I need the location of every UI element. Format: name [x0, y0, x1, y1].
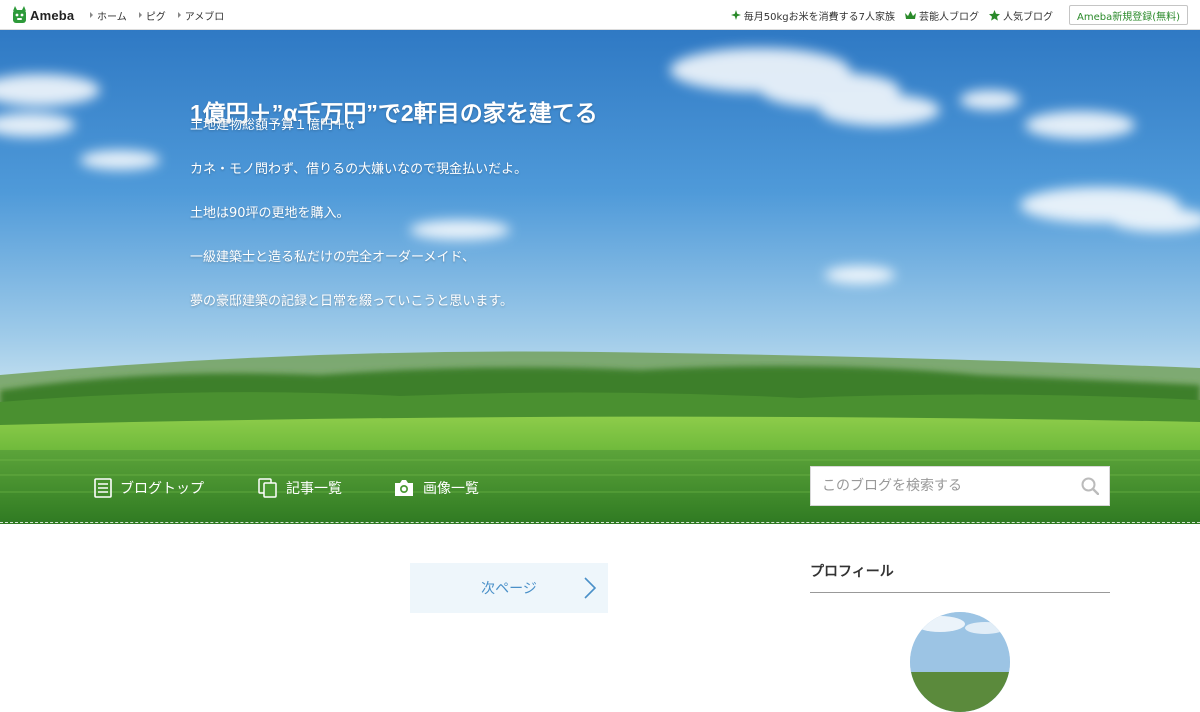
nav-image-list[interactable]: 画像一覧 [393, 476, 479, 500]
next-page-label: 次ページ [481, 581, 537, 597]
nav-article-list[interactable]: 記事一覧 [258, 476, 342, 500]
celebrity-blog-label: 芸能人ブログ [918, 11, 979, 23]
camera-icon [395, 480, 413, 496]
featured-blog-link[interactable]: 毎月50kgお米を消費する7人家族 [730, 8, 895, 23]
nav-label: 画像一覧 [423, 481, 479, 497]
profile-heading: プロフィール [810, 563, 894, 579]
star-icon [988, 9, 1000, 21]
caret-right-icon [90, 12, 93, 18]
caret-right-icon [177, 12, 181, 18]
profile-divider [810, 592, 1110, 593]
register-button[interactable]: Ameba新規登録(無料) [1068, 5, 1188, 25]
topnav-label: アメブロ [184, 11, 225, 23]
ameba-logo[interactable]: Ameba [12, 6, 74, 24]
topnav-ameblo[interactable]: アメブロ [177, 8, 225, 23]
blog-description-line: 一級建築士と造る私だけの完全オーダーメイド、 [190, 250, 475, 265]
topnav-label: ホーム [97, 11, 127, 23]
topnav-home[interactable]: ホーム [90, 8, 127, 23]
popular-blog-label: 人気ブログ [1002, 11, 1053, 23]
header-links: 毎月50kgお米を消費する7人家族 芸能人ブログ 人気ブログ Ameba新規登録… [730, 0, 1188, 30]
topnav-label: ピグ [145, 11, 166, 23]
search-button[interactable] [1073, 468, 1107, 504]
nav-label: ブログトップ [120, 481, 204, 497]
next-page-button[interactable]: 次ページ [410, 563, 608, 613]
search-icon [1081, 477, 1099, 495]
nav-label: 記事一覧 [286, 481, 342, 497]
blog-description-line: 土地建物総額予算１億円＋α [190, 118, 355, 133]
featured-blog-label: 毎月50kgお米を消費する7人家族 [743, 11, 895, 23]
blog-description-line: カネ・モノ問わず、借りるの大嫌いなので現金払いだよ。 [190, 162, 528, 177]
search-input[interactable] [811, 468, 1073, 504]
logo-text: Ameba [30, 7, 75, 23]
blog-search [810, 466, 1110, 506]
blog-description-line: 土地は90坪の更地を購入。 [190, 206, 350, 221]
header-divider [0, 522, 1200, 524]
popular-blog-link[interactable]: 人気ブログ [988, 8, 1053, 23]
global-header: Ameba ホーム ピグ アメブロ 毎月50kgお米を消費する7人家族 芸能人ブ… [0, 0, 1200, 30]
blog-top-icon [94, 478, 112, 498]
caret-right-icon [138, 12, 142, 18]
ameba-mascot-icon [13, 6, 26, 23]
profile-avatar[interactable] [910, 612, 1010, 712]
celebrity-blog-link[interactable]: 芸能人ブログ [904, 8, 979, 23]
crown-icon [904, 11, 916, 19]
service-nav: ホーム ピグ アメブロ [90, 0, 224, 30]
blog-description-line: 夢の豪邸建築の記録と日常を綴っていこうと思います。 [190, 294, 514, 309]
article-list-icon [258, 478, 277, 498]
sparkle-icon [730, 10, 741, 20]
avatar-image [910, 612, 1010, 712]
nav-blog-top[interactable]: ブログトップ [94, 476, 204, 500]
chevron-right-icon [584, 577, 596, 599]
topnav-pigg[interactable]: ピグ [138, 8, 166, 23]
